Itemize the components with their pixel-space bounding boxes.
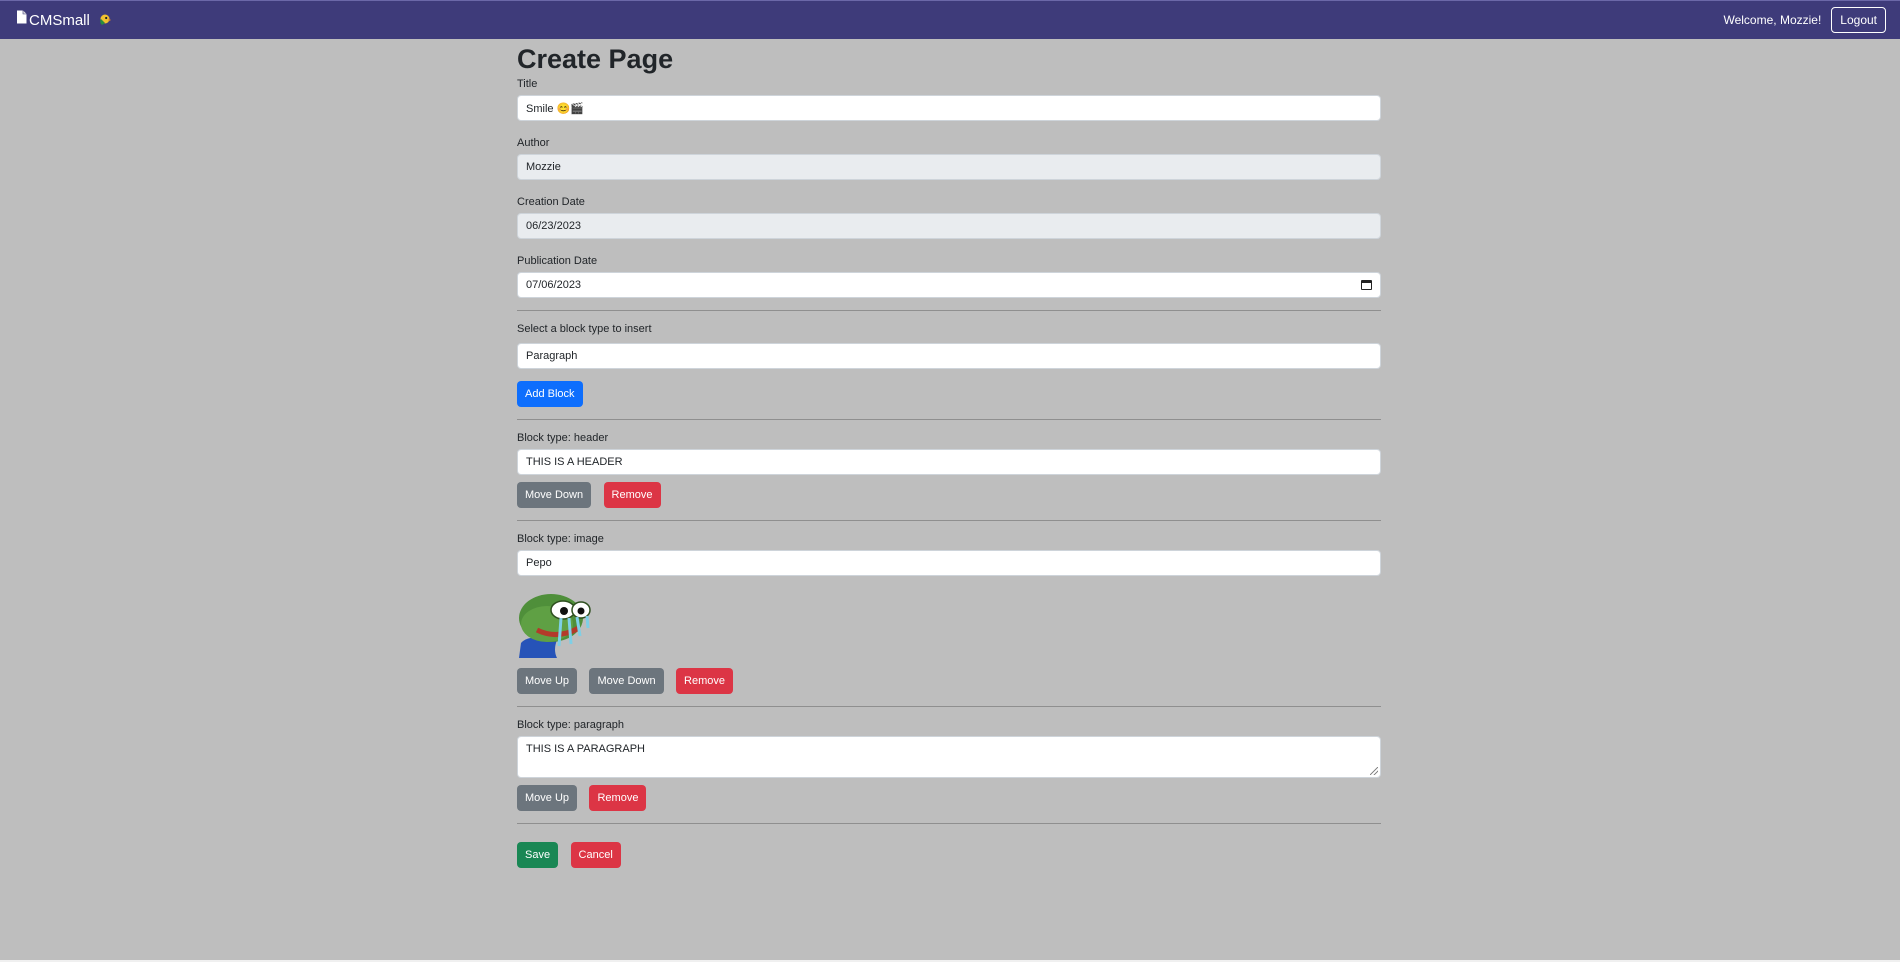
publication-date-input[interactable]: 07/06/2023: [517, 272, 1381, 299]
move-up-button[interactable]: Move Up: [517, 668, 578, 695]
calendar-icon[interactable]: [1361, 280, 1372, 291]
author-label: Author: [517, 137, 550, 150]
paragraph-block-value: THIS IS A PARAGRAPH: [526, 743, 645, 756]
move-up-button[interactable]: Move Up: [517, 785, 578, 812]
top-navbar: CMSmall Welcome, Mozzie! Logout: [0, 0, 1900, 39]
author-input: Mozzie: [517, 154, 1381, 181]
block-image: Block type: image Pepo Move Up Move Down…: [517, 533, 1381, 695]
add-block-button[interactable]: Add Block: [517, 381, 583, 408]
divider: [517, 823, 1381, 825]
divider: [517, 310, 1381, 312]
block-type-label: Block type: header: [517, 432, 609, 445]
move-down-button[interactable]: Move Down: [589, 668, 664, 695]
block-type-select[interactable]: Paragraph: [517, 343, 1381, 370]
divider: [517, 520, 1381, 522]
title-label: Title: [517, 78, 538, 91]
page-title: Create Page: [517, 44, 674, 74]
block-paragraph: Block type: paragraph THIS IS A PARAGRAP…: [517, 719, 1381, 812]
create-page-form: Create Page Title Smile 😊🎬 Author Mozzie…: [517, 39, 1381, 869]
remove-button[interactable]: Remove: [676, 668, 733, 695]
image-block-select[interactable]: Pepo: [517, 550, 1381, 577]
title-input[interactable]: Smile 😊🎬: [517, 95, 1381, 122]
header-block-value: THIS IS A HEADER: [526, 456, 623, 469]
document-icon: [17, 10, 27, 24]
creation-date-value: 06/23/2023: [526, 220, 582, 233]
brand-name: CMSmall: [29, 11, 90, 29]
header-block-input[interactable]: THIS IS A HEADER: [517, 449, 1381, 476]
publication-date-label: Publication Date: [517, 255, 598, 268]
cancel-button[interactable]: Cancel: [570, 842, 621, 869]
divider: [517, 419, 1381, 421]
block-header: Block type: header THIS IS A HEADER Move…: [517, 432, 1381, 509]
logout-button[interactable]: Logout: [1831, 7, 1886, 33]
image-block-value: Pepo: [526, 557, 552, 570]
divider: [517, 706, 1381, 708]
block-type-label: Block type: image: [517, 533, 604, 546]
move-down-button[interactable]: Move Down: [517, 482, 592, 509]
title-value: Smile 😊🎬: [526, 102, 584, 115]
creation-date-input: 06/23/2023: [517, 213, 1381, 240]
welcome-text: Welcome, Mozzie!: [1723, 13, 1822, 27]
remove-button[interactable]: Remove: [603, 482, 661, 509]
pepe-frog-crying-icon: [519, 594, 591, 659]
parrot-icon: [100, 14, 111, 25]
creation-date-label: Creation Date: [517, 196, 585, 209]
remove-button[interactable]: Remove: [589, 785, 647, 812]
block-type-select-label: Select a block type to insert: [517, 323, 652, 336]
author-value: Mozzie: [526, 161, 561, 174]
block-type-label: Block type: paragraph: [517, 719, 625, 732]
resize-handle-icon[interactable]: [1370, 767, 1378, 776]
save-button[interactable]: Save: [517, 842, 559, 869]
block-type-select-value: Paragraph: [526, 350, 578, 363]
paragraph-block-textarea[interactable]: THIS IS A PARAGRAPH: [517, 736, 1381, 779]
brand[interactable]: CMSmall: [16, 10, 112, 29]
publication-date-value: 07/06/2023: [526, 279, 582, 292]
